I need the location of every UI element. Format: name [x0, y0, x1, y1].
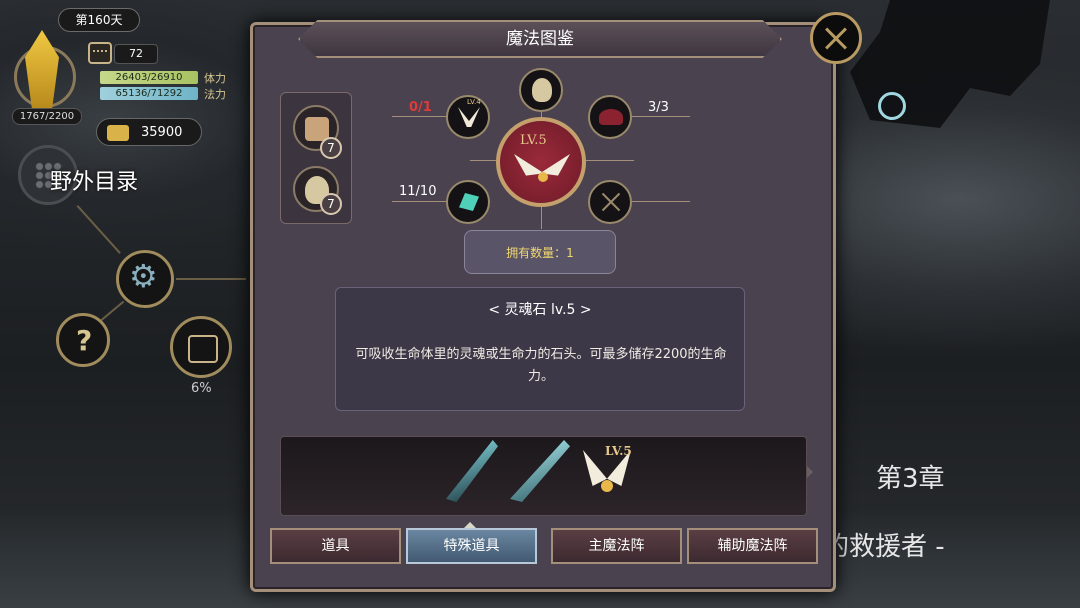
- gold-amount: 35900: [141, 125, 183, 140]
- connector-line: [541, 207, 542, 229]
- connector-line: [392, 201, 448, 202]
- connector-line: [632, 116, 690, 117]
- empty-slot-icon[interactable]: [588, 180, 632, 224]
- owned-count: 拥有数量：1: [464, 230, 616, 274]
- tab-items[interactable]: 道具: [270, 528, 401, 564]
- soul-stone-center-icon[interactable]: [496, 117, 586, 207]
- question-node-icon[interactable]: [56, 313, 110, 367]
- item-description: 可吸收生命体里的灵魂或生命力的石头。可最多储存2200的生命力。: [355, 347, 727, 384]
- exp-counter: 1767/2200: [12, 108, 82, 125]
- mana-label: 法力: [204, 88, 226, 101]
- connector-line: [586, 160, 634, 161]
- red-hat-ingredient-icon[interactable]: [588, 95, 632, 139]
- stamina-bar: 26403/26910: [100, 71, 198, 84]
- wild-catalog-label[interactable]: 野外目录: [50, 164, 138, 196]
- ingredient-count: 3/3: [648, 100, 669, 115]
- progress-percent: 6%: [191, 381, 212, 396]
- gear-node-icon[interactable]: [116, 250, 174, 308]
- connector-line: [392, 116, 448, 117]
- wing-core: [601, 480, 613, 492]
- pouch-ingredient-icon[interactable]: [519, 68, 563, 112]
- mana-bar: 65136/71292: [100, 87, 198, 100]
- close-button[interactable]: [810, 12, 862, 64]
- inventory-count-badge: 7: [320, 193, 342, 215]
- map-location-marker-icon[interactable]: [878, 92, 906, 120]
- ingredient-level: LV.4: [467, 98, 481, 106]
- tab-main-magic-circle[interactable]: 主魔法阵: [551, 528, 682, 564]
- ingredient-count: 11/10: [399, 184, 437, 199]
- calendar-count: 72: [114, 44, 158, 64]
- calendar-node-icon[interactable]: [170, 316, 232, 378]
- tab-support-magic-circle[interactable]: 辅助魔法阵: [687, 528, 818, 564]
- teal-gem-ingredient-icon[interactable]: [446, 180, 490, 224]
- day-counter: 第160天: [58, 8, 140, 32]
- stamina-label: 体力: [204, 72, 226, 85]
- tab-special-items[interactable]: 特殊道具: [406, 528, 537, 564]
- chapter-subtitle: 的救援者 -: [823, 532, 945, 562]
- connector-line: [632, 201, 690, 202]
- gold-display: 35900: [96, 118, 202, 146]
- panel-title: 魔法图鉴: [506, 29, 574, 49]
- gold-icon: [107, 125, 129, 141]
- wing-core: [538, 172, 548, 182]
- strip-item-level: LV.5: [605, 444, 632, 458]
- inventory-count-badge: 7: [320, 137, 342, 159]
- scroll-right-arrow-icon[interactable]: [807, 466, 813, 478]
- item-name: < 灵魂石 lv.5 >: [488, 302, 592, 318]
- center-level: LV.5: [520, 133, 547, 148]
- ingredient-count-red: 0/1: [409, 100, 432, 115]
- calendar-icon: [88, 42, 112, 64]
- map-path: [176, 278, 246, 280]
- chapter-label: 第3章: [876, 464, 945, 494]
